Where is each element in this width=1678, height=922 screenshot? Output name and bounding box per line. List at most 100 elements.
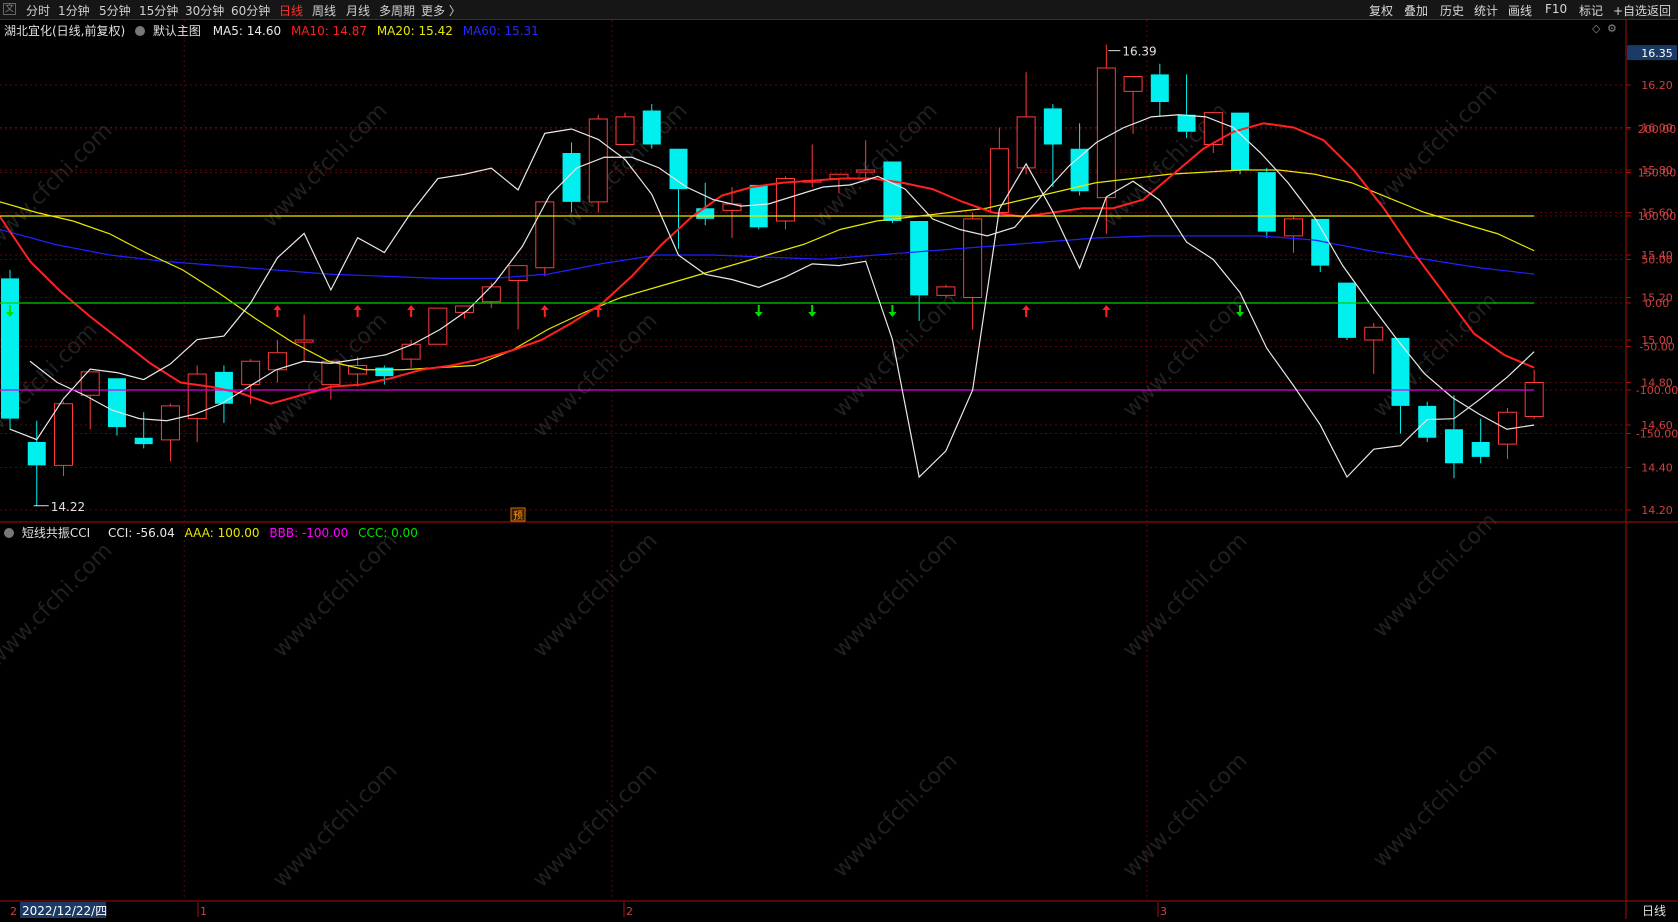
toolbar-action-7[interactable]: +自选 <box>1613 2 1647 19</box>
toolbar-action-0[interactable]: 复权 <box>1369 2 1393 19</box>
indicator-name[interactable]: 短线共振CCI <box>22 526 90 540</box>
candle-up[interactable] <box>187 373 207 420</box>
chart-area[interactable]: 16.35 16.20 16.00 15.80 15.60 15.40 15.20 15.00… <box>0 20 1678 919</box>
watermark-text: www.cfchi.com <box>1118 748 1252 882</box>
candle-up[interactable] <box>1016 116 1036 169</box>
candle-up[interactable] <box>588 118 608 203</box>
candle-up[interactable] <box>1123 76 1143 92</box>
period-tab-1[interactable]: 1分钟 <box>58 2 90 19</box>
toolbar-action-4[interactable]: 画线 <box>1508 2 1532 19</box>
period-tab-10[interactable]: 更多 〉 <box>421 2 461 19</box>
candle-down[interactable] <box>910 221 929 296</box>
candle-up[interactable] <box>1284 218 1304 237</box>
candle-down[interactable] <box>1257 172 1276 232</box>
candle-down[interactable] <box>1177 114 1196 132</box>
template-icon[interactable] <box>135 26 146 36</box>
candle-up[interactable] <box>401 343 421 360</box>
month-label: 3 <box>1160 905 1167 918</box>
watermark-text: www.cfchi.com <box>1368 508 1502 642</box>
toolbar-action-8[interactable]: 返回 <box>1647 2 1671 19</box>
candle-down[interactable] <box>375 367 394 377</box>
candle-down[interactable] <box>1444 429 1463 464</box>
bbb-value: BBB: -100.00 <box>269 526 349 540</box>
settings-icon[interactable]: ⚙ <box>1607 22 1617 35</box>
menu-icon[interactable]: 文 <box>3 3 17 15</box>
ma20-label: MA20: 15.42 <box>376 24 453 38</box>
cci-tick-label: -100.00 <box>1636 384 1678 397</box>
candle-down[interactable] <box>27 442 46 466</box>
toolbar-action-3[interactable]: 统计 <box>1474 2 1498 19</box>
indicator-menu-icon[interactable] <box>4 528 14 538</box>
sell-arrow-icon <box>888 305 897 317</box>
toolbar-action-1[interactable]: 叠加 <box>1404 2 1428 19</box>
watermark-text: www.cfchi.com <box>0 538 118 672</box>
current-date[interactable]: 2022/12/22/四 <box>22 904 107 918</box>
aaa-value: AAA: 100.00 <box>184 526 260 540</box>
high-price-label: 16.39 <box>1122 45 1156 59</box>
main-panel-legend: 湖北宜化(日线,前复权) 默认主图 MA5: 14.60 MA10: 14.87… <box>4 22 539 39</box>
candle-up[interactable] <box>321 360 341 386</box>
kline-chart-svg[interactable]: 16.3516.2016.0015.8015.6015.4015.2015.00… <box>0 20 1678 919</box>
candle-down[interactable] <box>883 161 902 222</box>
candle-up[interactable] <box>989 148 1009 213</box>
candle-up[interactable] <box>481 286 501 303</box>
candle-down[interactable] <box>1418 405 1437 438</box>
buy-arrow-icon <box>353 305 362 317</box>
period-tab-7[interactable]: 周线 <box>312 2 336 19</box>
period-tab-0[interactable]: 分时 <box>26 2 50 19</box>
sell-arrow-icon <box>754 305 763 317</box>
candle-down[interactable] <box>1150 74 1169 102</box>
stock-title[interactable]: 湖北宜化(日线,前复权) <box>4 24 125 38</box>
candle-down[interactable] <box>1338 282 1356 338</box>
period-tab-6[interactable]: 日线 <box>279 2 303 19</box>
toolbar-action-5[interactable]: F10 <box>1545 2 1567 16</box>
period-tab-3[interactable]: 15分钟 <box>139 2 178 19</box>
period-tab-8[interactable]: 月线 <box>346 2 370 19</box>
candle-up[interactable] <box>936 286 956 296</box>
ma60-label: MA60: 15.31 <box>462 24 539 38</box>
buy-arrow-icon <box>1102 305 1111 317</box>
candle-up[interactable] <box>1364 326 1384 341</box>
period-label[interactable]: 日线 <box>1642 904 1666 918</box>
candle-down[interactable] <box>562 153 581 202</box>
candle-up[interactable] <box>508 265 528 281</box>
toolbar-action-2[interactable]: 历史 <box>1440 2 1464 19</box>
candle-down[interactable] <box>1 278 19 419</box>
candle-down[interactable] <box>1231 112 1250 170</box>
period-tab-4[interactable]: 30分钟 <box>185 2 224 19</box>
candle-up[interactable] <box>775 178 795 222</box>
watermark-text: www.cfchi.com <box>1118 288 1252 422</box>
period-tab-9[interactable]: 多周期 <box>379 2 415 19</box>
candle-down[interactable] <box>696 208 715 219</box>
candle-down[interactable] <box>134 437 153 445</box>
toolbar-action-6[interactable]: 标记 <box>1579 2 1603 19</box>
candle-up[interactable] <box>856 169 876 173</box>
candle-down[interactable] <box>1043 108 1062 145</box>
period-tab-5[interactable]: 60分钟 <box>231 2 270 19</box>
candle-up[interactable] <box>1096 67 1116 199</box>
low-price-label: 14.22 <box>51 500 85 514</box>
forecast-badge[interactable]: 预 <box>513 510 523 522</box>
buy-arrow-icon <box>273 305 282 317</box>
candle-down[interactable] <box>642 110 661 145</box>
watermark-text: www.cfchi.com <box>528 308 662 442</box>
watermark-text: www.cfchi.com <box>268 758 402 892</box>
candle-down[interactable] <box>669 148 688 190</box>
candle-down[interactable] <box>1391 337 1410 406</box>
candle-up[interactable] <box>160 405 180 441</box>
candle-down[interactable] <box>107 378 126 428</box>
candle-up[interactable] <box>535 201 555 269</box>
diamond-icon[interactable]: ◇ <box>1592 22 1600 35</box>
buy-arrow-icon <box>407 305 416 317</box>
period-tab-2[interactable]: 5分钟 <box>99 2 131 19</box>
candle-down[interactable] <box>749 184 768 228</box>
candle-up[interactable] <box>615 116 635 145</box>
buy-arrow-icon <box>540 305 549 317</box>
cci-tick-label: -50.00 <box>1639 341 1674 354</box>
candle-up[interactable] <box>294 339 314 343</box>
candle-up[interactable] <box>53 403 73 466</box>
template-name[interactable]: 默认主图 <box>153 24 201 38</box>
candle-down[interactable] <box>1471 442 1490 457</box>
candle-up[interactable] <box>1524 382 1544 417</box>
ma5-label: MA5: 14.60 <box>212 24 282 38</box>
